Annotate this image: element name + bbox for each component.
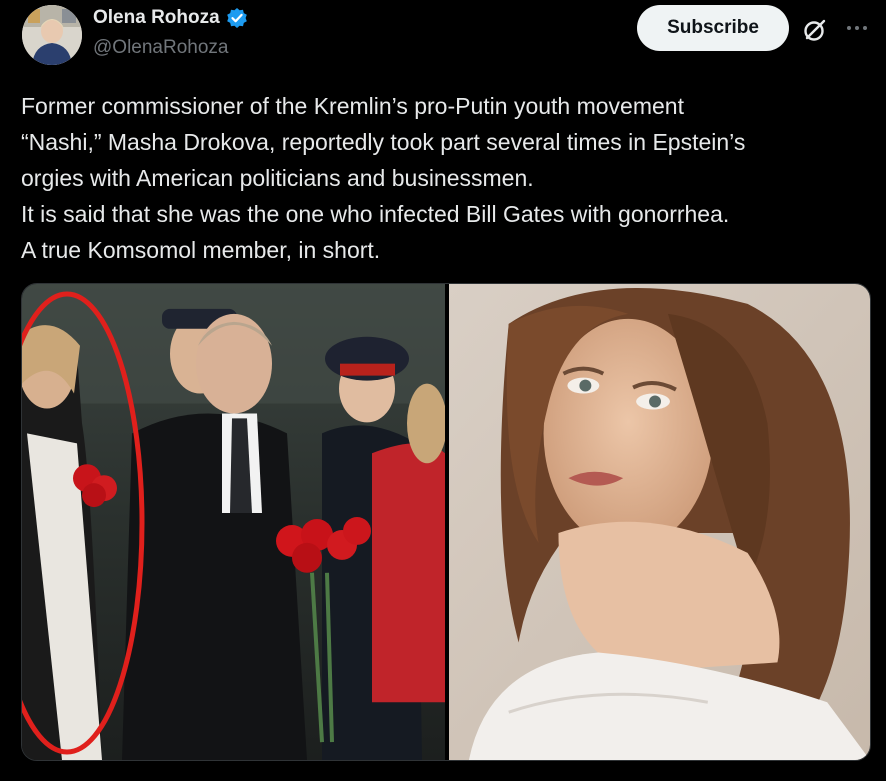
subscribe-button[interactable]: Subscribe <box>637 5 789 51</box>
author-handle[interactable]: @OlenaRohoza <box>93 37 228 59</box>
tweet-line: Former commissioner of the Kremlin’s pro… <box>21 93 684 119</box>
tweet-text: Former commissioner of the Kremlin’s pro… <box>21 88 871 268</box>
tweet-line: orgies with American politicians and bus… <box>21 165 534 191</box>
avatar[interactable] <box>22 5 82 65</box>
tweet-line: It is said that she was the one who infe… <box>21 201 730 227</box>
media-photo-2[interactable] <box>449 284 870 760</box>
tweet-line: A true Komsomol member, in short. <box>21 237 381 263</box>
author-name-row[interactable]: Olena Rohoza <box>93 7 248 29</box>
media-grid <box>21 283 871 761</box>
media-photo-1[interactable] <box>22 284 445 760</box>
verified-badge-icon <box>226 7 248 29</box>
more-options-icon[interactable] <box>842 15 872 41</box>
author-display-name[interactable]: Olena Rohoza <box>93 7 220 29</box>
tweet-line: “Nashi,” Masha Drokova, reportedly took … <box>21 129 746 155</box>
grok-icon[interactable] <box>800 15 830 45</box>
